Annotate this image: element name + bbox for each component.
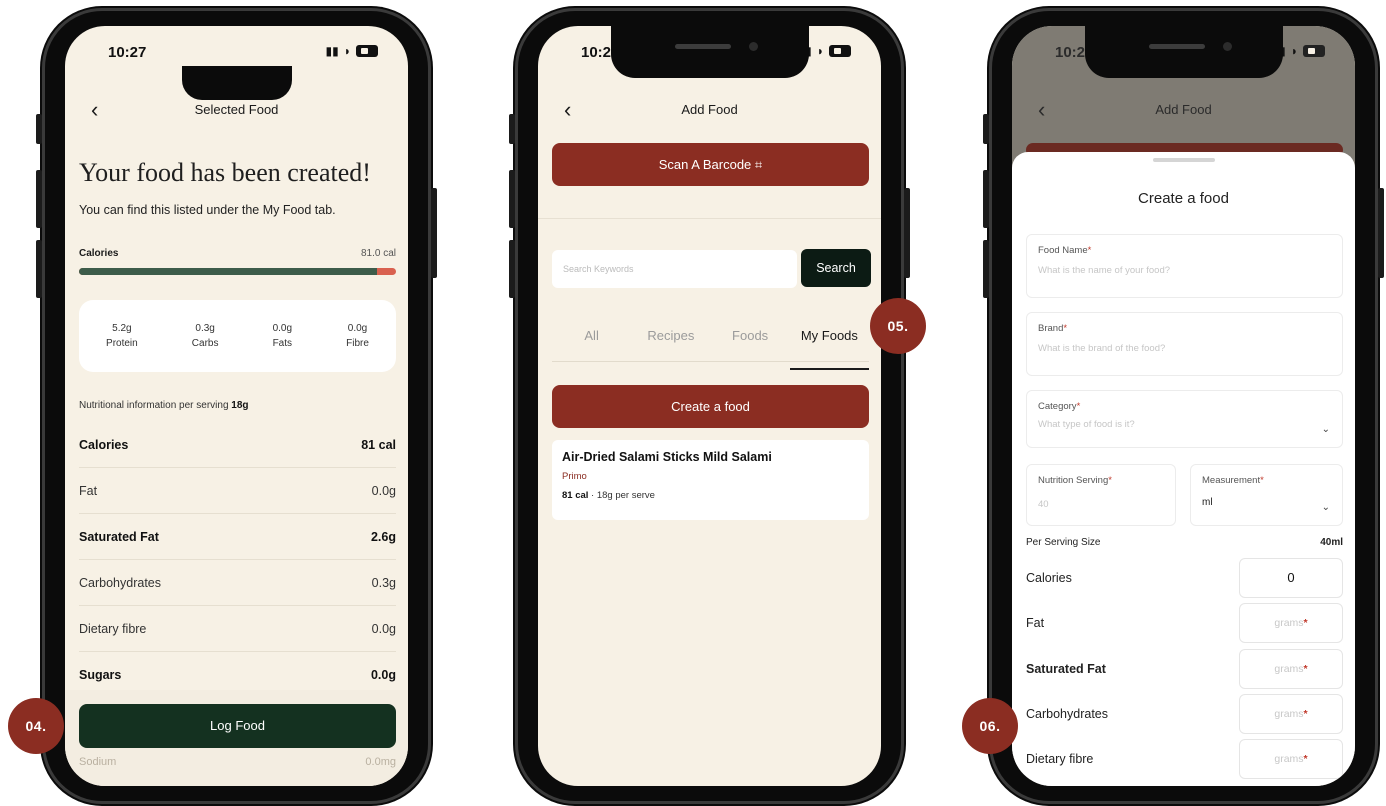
create-food-sheet: Create a food Food Name* What is the nam… xyxy=(1012,152,1355,786)
mute-switch xyxy=(509,114,515,144)
food-name-field[interactable]: Food Name* What is the name of your food… xyxy=(1026,234,1343,298)
chevron-down-icon: ⌄ xyxy=(1321,502,1330,513)
phone-selected-food: 10:27 ▮▮ ◗ ‹ Selected Food Your food has … xyxy=(36,6,437,806)
macros-card: 5.2g Protein 0.3g Carbs 0.0g Fats 0.0g Fibre xyxy=(79,300,396,372)
tab-my-foods[interactable]: My Foods xyxy=(789,322,870,370)
nutrition-table: Calories 81 cal Fat 0.0g Saturated Fat 2.6g… xyxy=(79,422,396,698)
sheet-title: Create a food xyxy=(1138,190,1229,207)
volume-down-button xyxy=(509,240,515,298)
screen: 10:27 ▮▮◗ ‹ Add Food Create a food Food … xyxy=(1012,26,1355,786)
chevron-down-icon: ⌄ xyxy=(1321,424,1330,435)
macro-carbs: 0.3g Carbs xyxy=(191,323,219,349)
fat-input-row: Fat grams* xyxy=(1026,603,1343,643)
nutrition-serving-field[interactable]: Nutrition Serving* 40 xyxy=(1026,464,1176,526)
status-time: 10:27 xyxy=(108,44,147,61)
step-badge-05: 05. xyxy=(870,298,926,354)
wifi-icon: ◗ xyxy=(343,44,351,58)
saturated-fat-input-row: Saturated Fat grams* xyxy=(1026,649,1343,689)
battery-icon xyxy=(356,45,378,57)
measurement-select[interactable]: Measurement* ml ⌄ xyxy=(1190,464,1343,526)
search-button[interactable]: Search xyxy=(801,249,871,287)
volume-down-button xyxy=(36,240,42,298)
screen: 10:27 ▮▮◗ ‹ Add Food Scan A Barcode ⌗ Se… xyxy=(538,26,881,786)
mute-switch xyxy=(36,114,42,144)
table-row: Dietary fibre 0.0g xyxy=(79,606,396,652)
calories-progress-fill xyxy=(79,268,377,275)
battery-icon xyxy=(829,45,851,57)
power-button xyxy=(1378,188,1384,278)
tab-recipes[interactable]: Recipes xyxy=(631,322,710,361)
sheet-grabber[interactable] xyxy=(1152,158,1215,162)
back-chevron-icon[interactable]: ‹ xyxy=(564,92,571,128)
screen: 10:27 ▮▮ ◗ ‹ Selected Food Your food has … xyxy=(65,26,408,786)
phone-add-food: 10:27 ▮▮◗ ‹ Add Food Scan A Barcode ⌗ Se… xyxy=(509,6,910,806)
per-serving-info: Nutritional information per serving 18g xyxy=(79,400,249,411)
dietary-fibre-input-row: Dietary fibre grams* xyxy=(1026,739,1343,779)
food-tabs: All Recipes Foods My Foods xyxy=(552,322,870,370)
mute-switch xyxy=(983,114,989,144)
brand-field[interactable]: Brand* What is the brand of the food? xyxy=(1026,312,1343,376)
barcode-icon: ⌗ xyxy=(754,157,763,172)
page-title: Add Food xyxy=(1155,102,1212,117)
dietary-fibre-input[interactable]: grams* xyxy=(1239,739,1343,779)
page-title: Selected Food xyxy=(194,102,279,117)
notch xyxy=(1084,26,1283,78)
calories-value: 81.0 cal xyxy=(360,248,396,259)
notch xyxy=(610,26,809,78)
back-chevron-icon[interactable]: ‹ xyxy=(91,92,98,128)
calories-progress-bar xyxy=(79,268,396,275)
table-row: Fat 0.0g xyxy=(79,468,396,514)
macro-fats: 0.0g Fats xyxy=(272,323,293,349)
table-row: Saturated Fat 2.6g xyxy=(79,514,396,560)
divider xyxy=(538,218,881,219)
table-row: Carbohydrates 0.3g xyxy=(79,560,396,606)
wifi-icon: ◗ xyxy=(1290,44,1298,58)
step-badge-06: 06. xyxy=(962,698,1018,754)
tab-all[interactable]: All xyxy=(552,322,631,361)
phone-create-food: 10:27 ▮▮◗ ‹ Add Food Create a food Food … xyxy=(983,6,1384,806)
volume-down-button xyxy=(983,240,989,298)
tab-foods[interactable]: Foods xyxy=(711,322,790,361)
calories-summary: Calories 81.0 cal xyxy=(79,248,396,259)
fat-input[interactable]: grams* xyxy=(1239,603,1343,643)
calories-label: Calories xyxy=(79,248,119,259)
list-item[interactable]: Air-Dried Salami Sticks Mild Salami Prim… xyxy=(552,440,869,520)
table-row: Calories 81 cal xyxy=(79,422,396,468)
power-button xyxy=(904,188,910,278)
food-name: Air-Dried Salami Sticks Mild Salami xyxy=(562,450,772,464)
back-chevron-icon: ‹ xyxy=(1038,97,1046,122)
create-food-button[interactable]: Create a food xyxy=(552,385,869,428)
nav-bar: ‹ Add Food xyxy=(1012,92,1355,128)
macro-protein: 5.2g Protein xyxy=(106,323,138,349)
step-badge-04: 04. xyxy=(8,698,64,754)
success-subtitle: You can find this listed under the My Fo… xyxy=(79,203,336,217)
battery-icon xyxy=(1303,45,1325,57)
volume-up-button xyxy=(36,170,42,228)
nav-bar: ‹ Add Food xyxy=(538,92,881,128)
calories-input[interactable]: 0 xyxy=(1239,558,1343,598)
calories-input-row: Calories 0 xyxy=(1026,558,1343,598)
table-row-faded: Sodium 0.0mg xyxy=(79,756,396,768)
category-select[interactable]: Category* What type of food is it? ⌄ xyxy=(1026,390,1343,448)
saturated-fat-input[interactable]: grams* xyxy=(1239,649,1343,689)
success-heading: Your food has been created! xyxy=(79,158,371,187)
scan-barcode-button[interactable]: Scan A Barcode ⌗ xyxy=(552,143,869,186)
dynamic-island xyxy=(181,66,292,100)
page-title: Add Food xyxy=(681,102,738,117)
volume-up-button xyxy=(509,170,515,228)
carbohydrates-input-row: Carbohydrates grams* xyxy=(1026,694,1343,734)
carbohydrates-input[interactable]: grams* xyxy=(1239,694,1343,734)
per-serving-size: Per Serving Size 40ml xyxy=(1026,537,1343,548)
food-brand: Primo xyxy=(562,471,587,482)
signal-icon: ▮▮ xyxy=(325,44,339,58)
food-meta: 81 cal · 18g per serve xyxy=(562,490,655,501)
search-input[interactable]: Search Keywords xyxy=(552,250,797,288)
wifi-icon: ◗ xyxy=(816,44,824,58)
log-food-button[interactable]: Log Food xyxy=(79,704,396,748)
volume-up-button xyxy=(983,170,989,228)
power-button xyxy=(431,188,437,278)
macro-fibre: 0.0g Fibre xyxy=(346,323,369,349)
